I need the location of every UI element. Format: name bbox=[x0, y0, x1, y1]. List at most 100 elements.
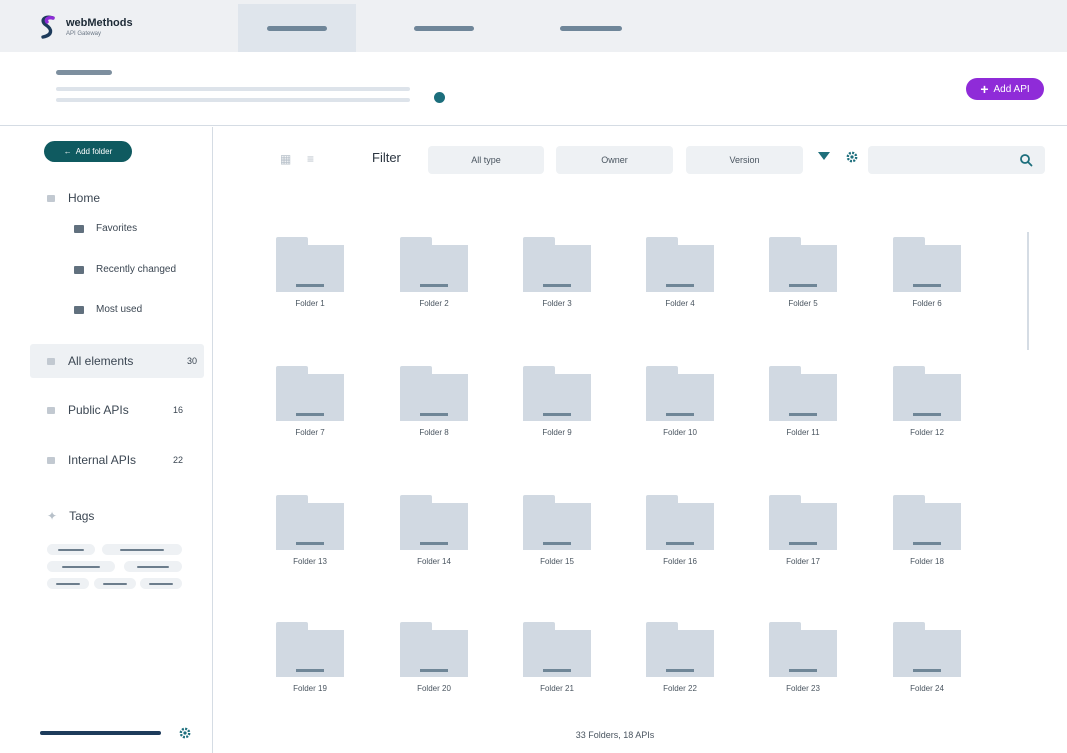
sidebar-item-most-used[interactable]: Most used bbox=[74, 304, 142, 315]
list-view-icon[interactable]: ≡ bbox=[307, 152, 314, 166]
folder-label: Folder 21 bbox=[540, 684, 574, 693]
folder-item[interactable]: Folder 19 bbox=[276, 622, 344, 702]
settings-gear-icon[interactable] bbox=[179, 727, 191, 739]
funnel-icon[interactable] bbox=[818, 152, 830, 160]
sidebar-item-label: Tags bbox=[69, 509, 95, 523]
sidebar-item-label: Most used bbox=[96, 304, 143, 315]
folder-icon bbox=[74, 224, 84, 233]
folder-item[interactable]: Folder 13 bbox=[276, 495, 344, 575]
folder-item[interactable]: Folder 8 bbox=[400, 366, 468, 446]
folder-item[interactable]: Folder 24 bbox=[893, 622, 961, 702]
description-placeholder bbox=[56, 87, 410, 91]
folder-icon bbox=[47, 357, 55, 365]
description-placeholder bbox=[56, 98, 410, 102]
help-icon[interactable] bbox=[434, 92, 445, 103]
folder-item[interactable]: Folder 12 bbox=[893, 366, 961, 446]
folder-item[interactable]: Folder 14 bbox=[400, 495, 468, 575]
folder-item[interactable]: Folder 23 bbox=[769, 622, 837, 702]
folder-label: Folder 3 bbox=[542, 299, 572, 308]
folder-label: Folder 23 bbox=[786, 684, 820, 693]
add-folder-label: Add folder bbox=[75, 147, 113, 156]
arrow-left-icon: ← bbox=[63, 147, 72, 156]
folder-item[interactable]: Folder 2 bbox=[400, 237, 468, 317]
filter-type-select[interactable]: All type bbox=[428, 146, 544, 174]
search-icon[interactable] bbox=[1019, 153, 1033, 167]
brand[interactable]: webMethods API Gateway bbox=[38, 14, 133, 40]
search-input[interactable] bbox=[868, 146, 1045, 174]
folder-icon bbox=[74, 265, 84, 274]
folder-label: Folder 2 bbox=[419, 299, 449, 308]
folder-label: Folder 5 bbox=[788, 299, 818, 308]
sidebar-item-label: Recently changed bbox=[96, 264, 177, 275]
top-tab-1[interactable] bbox=[238, 4, 356, 52]
folder-item[interactable]: Folder 15 bbox=[523, 495, 591, 575]
folder-icon bbox=[47, 194, 55, 202]
top-tab-2[interactable] bbox=[385, 4, 503, 52]
sidebar-item-label: Favorites bbox=[96, 223, 138, 234]
folder-label: Folder 24 bbox=[910, 684, 944, 693]
folder-item[interactable]: Folder 20 bbox=[400, 622, 468, 702]
folder-label: Folder 9 bbox=[542, 428, 572, 437]
filter-settings-icon[interactable] bbox=[846, 151, 858, 163]
sidebar-item-label: All elements bbox=[68, 354, 134, 368]
tag-chip[interactable] bbox=[47, 544, 95, 555]
tag-chip[interactable] bbox=[94, 578, 136, 589]
folder-item[interactable]: Folder 17 bbox=[769, 495, 837, 575]
tab-label-placeholder bbox=[560, 25, 622, 31]
folder-label: Folder 1 bbox=[295, 299, 325, 308]
folder-item[interactable]: Folder 16 bbox=[646, 495, 714, 575]
sidebar-item-public-apis[interactable]: Public APIs 16 bbox=[47, 403, 183, 417]
folder-item[interactable]: Folder 3 bbox=[523, 237, 591, 317]
folder-item[interactable]: Folder 9 bbox=[523, 366, 591, 446]
grid-view-icon[interactable]: ▦ bbox=[280, 152, 291, 166]
folder-label: Folder 20 bbox=[417, 684, 451, 693]
folder-item[interactable]: Folder 22 bbox=[646, 622, 714, 702]
brand-subtitle: API Gateway bbox=[66, 30, 102, 37]
folder-label: Folder 7 bbox=[295, 428, 325, 437]
folder-item[interactable]: Folder 21 bbox=[523, 622, 591, 702]
folder-label: Folder 18 bbox=[910, 557, 944, 566]
folder-item[interactable]: Folder 1 bbox=[276, 237, 344, 317]
folder-label: Folder 6 bbox=[912, 299, 942, 308]
folder-label: Folder 11 bbox=[786, 428, 820, 437]
folder-label: Folder 16 bbox=[663, 557, 697, 566]
folder-label: Folder 14 bbox=[417, 557, 451, 566]
filter-version-select[interactable]: Version bbox=[686, 146, 803, 174]
folder-icon bbox=[47, 406, 55, 414]
tag-chip[interactable] bbox=[102, 544, 182, 555]
sidebar-item-all-elements[interactable]: All elements 30 bbox=[30, 344, 204, 378]
folder-item[interactable]: Folder 6 bbox=[893, 237, 961, 317]
brand-name: webMethods bbox=[66, 16, 133, 29]
item-count: 22 bbox=[172, 455, 183, 465]
folder-item[interactable]: Folder 7 bbox=[276, 366, 344, 446]
folder-item[interactable]: Folder 10 bbox=[646, 366, 714, 446]
sidebar-item-tags[interactable]: ✦ Tags bbox=[47, 509, 94, 523]
folder-item[interactable]: Folder 18 bbox=[893, 495, 961, 575]
top-bar: webMethods API Gateway bbox=[0, 0, 1067, 52]
tag-chip[interactable] bbox=[124, 561, 182, 572]
scrollbar[interactable] bbox=[1027, 232, 1029, 350]
add-api-label: Add API bbox=[993, 83, 1030, 95]
tag-chip[interactable] bbox=[47, 561, 115, 572]
item-count: 16 bbox=[172, 405, 183, 415]
tag-chip[interactable] bbox=[47, 578, 89, 589]
top-tab-3[interactable] bbox=[532, 4, 650, 52]
sidebar-item-home[interactable]: Home bbox=[47, 191, 100, 205]
folder-item[interactable]: Folder 4 bbox=[646, 237, 714, 317]
tab-label-placeholder bbox=[267, 25, 327, 31]
folder-item[interactable]: Folder 11 bbox=[769, 366, 837, 446]
folder-label: Folder 15 bbox=[540, 557, 574, 566]
filter-label: Filter bbox=[372, 150, 401, 165]
sidebar-item-recently-changed[interactable]: Recently changed bbox=[74, 264, 176, 275]
add-folder-button[interactable]: ← Add folder bbox=[44, 141, 132, 162]
tag-chip[interactable] bbox=[140, 578, 182, 589]
folder-item[interactable]: Folder 5 bbox=[769, 237, 837, 317]
summary-text: 33 Folders, 18 APIs bbox=[575, 730, 655, 740]
folder-label: Folder 8 bbox=[419, 428, 449, 437]
filter-owner-select[interactable]: Owner bbox=[556, 146, 673, 174]
add-api-button[interactable]: + Add API bbox=[966, 78, 1044, 100]
sidebar-item-favorites[interactable]: Favorites bbox=[74, 223, 137, 234]
folder-label: Folder 13 bbox=[293, 557, 327, 566]
sidebar-item-label: Home bbox=[68, 191, 101, 205]
sidebar-item-internal-apis[interactable]: Internal APIs 22 bbox=[47, 453, 183, 467]
